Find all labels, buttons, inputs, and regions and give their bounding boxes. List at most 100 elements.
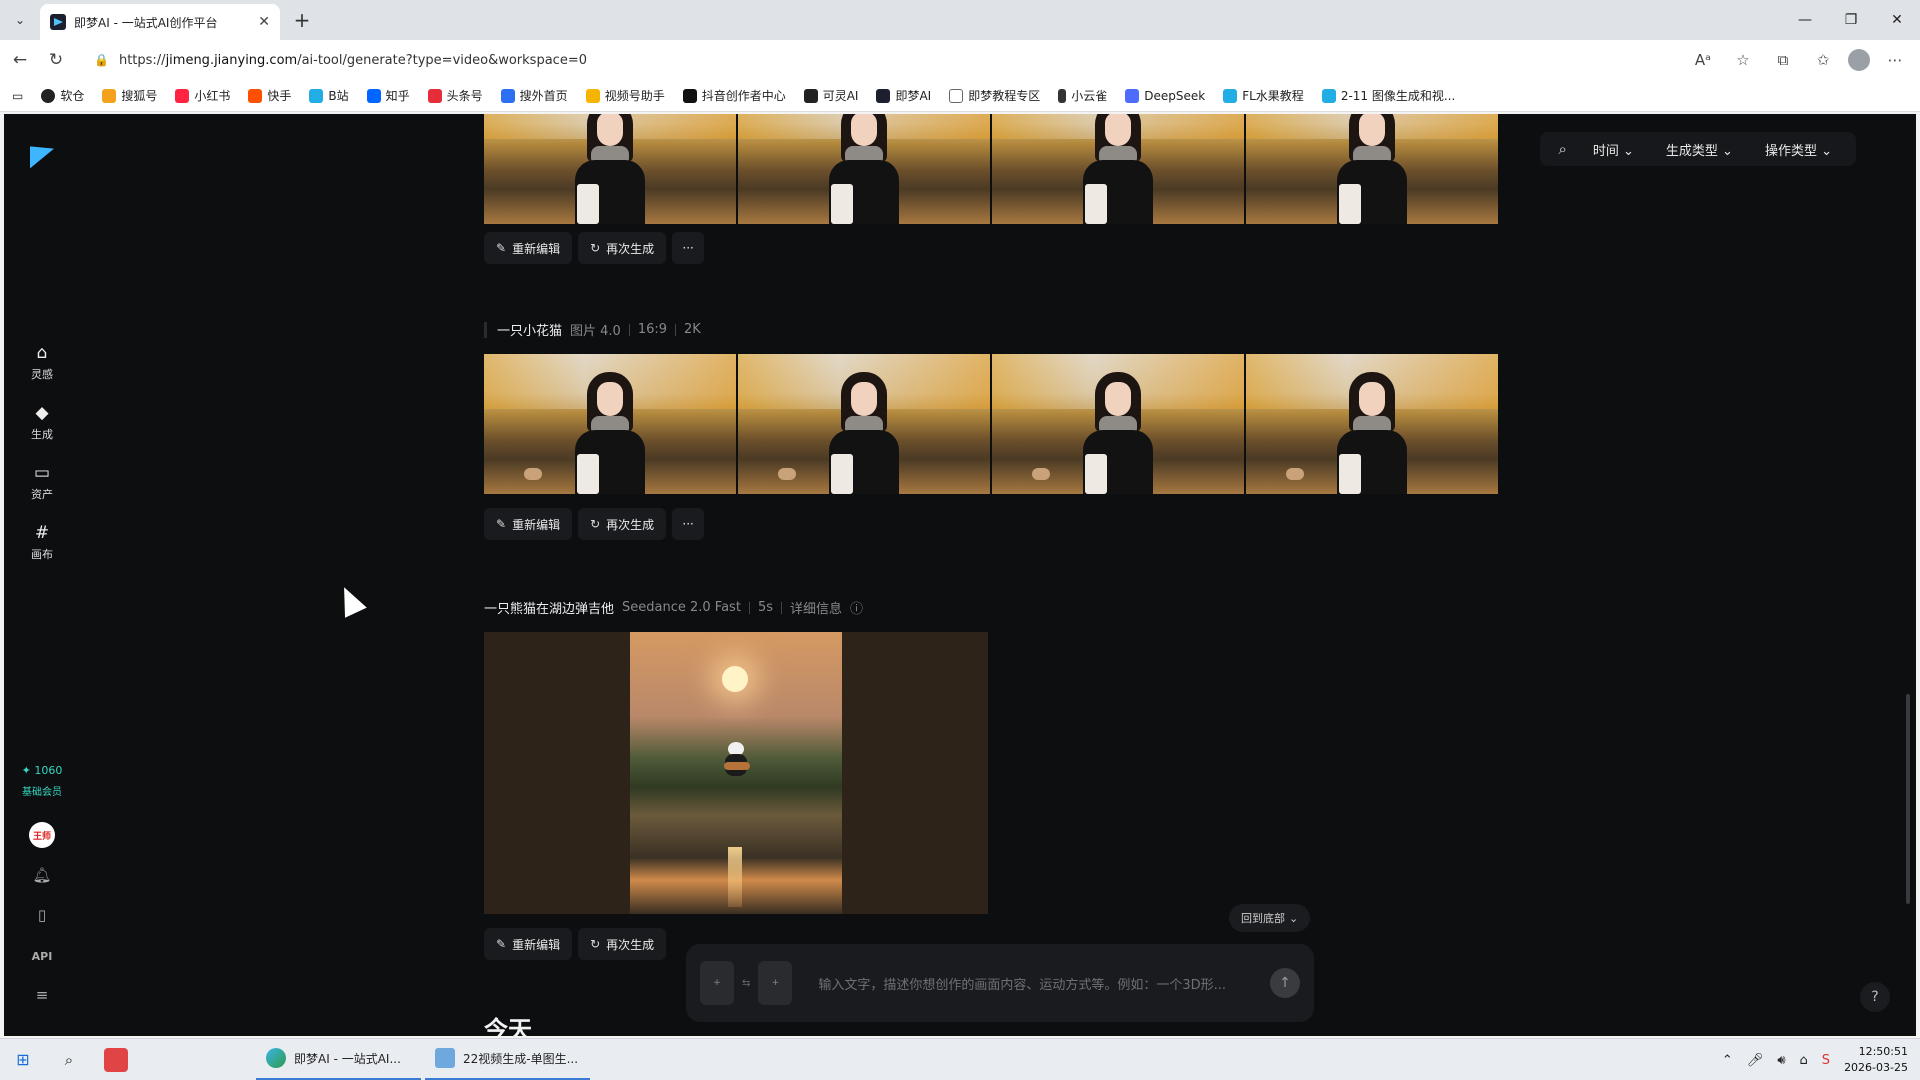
jimeng-logo-icon[interactable] [30, 140, 56, 166]
reedit-button[interactable]: ✎ 重新编辑 [484, 928, 573, 960]
bookmark-item[interactable]: FL水果教程 [1223, 87, 1304, 104]
bell-icon[interactable]: 🔔︎ [4, 866, 80, 884]
menu-dots-icon[interactable]: ⋯ [1880, 44, 1910, 76]
generated-image[interactable] [484, 114, 736, 224]
clock[interactable]: 12:50:51 2026-03-25 [1844, 1044, 1908, 1076]
sidebar-item-canvas[interactable]: # 画布 [4, 524, 80, 562]
bookmark-item[interactable]: 软仓 [41, 87, 84, 104]
sidebar-item-assets[interactable]: ▭ 资产 [4, 464, 80, 502]
generated-image[interactable] [992, 354, 1244, 494]
sidebar-item-generate[interactable]: ◆ 生成 [4, 404, 80, 442]
window-close-icon[interactable]: ✕ [1874, 0, 1920, 40]
generated-image[interactable] [738, 354, 990, 494]
pinned-app-icon[interactable] [96, 1043, 136, 1077]
sidebar: ⌂ 灵感 ◆ 生成 ▭ 资产 # 画布 ✦ 1060 基础会员 王师 🔔︎ ▯ … [4, 114, 80, 1036]
favorites-icon[interactable]: ✩ [1808, 44, 1838, 76]
taskbar-window-browser[interactable]: 即梦AI - 一站式AI... [256, 1039, 421, 1080]
image-row [484, 354, 1498, 494]
prompt-input[interactable]: 输入文字，描述你想创作的画面内容、运动方式等。例如：一个3D形... [800, 974, 1270, 993]
close-icon[interactable]: ✕ [258, 14, 270, 30]
more-button[interactable]: ··· [672, 232, 705, 264]
bookmark-item[interactable]: DeepSeek [1125, 88, 1205, 103]
network-icon[interactable]: ⌂ [1800, 1053, 1808, 1068]
credits-badge[interactable]: ✦ 1060 基础会员 [4, 764, 80, 798]
info-icon[interactable]: ⓘ [850, 598, 863, 617]
detail-link[interactable]: 详细信息 [790, 598, 842, 617]
bookmark-item[interactable]: 知乎 [366, 87, 410, 104]
microphone-icon[interactable]: 🎤︎ [1747, 1053, 1764, 1068]
sidebar-item-inspiration[interactable]: ⌂ 灵感 [4, 344, 80, 382]
bookmark-item[interactable]: 小云雀 [1058, 87, 1107, 104]
api-link[interactable]: API [4, 946, 80, 964]
prompt-text[interactable]: 一只小花猫 [497, 320, 562, 339]
generated-image[interactable] [484, 354, 736, 494]
bookmark-item[interactable]: 快手 [248, 87, 291, 104]
bookmark-item[interactable]: 搜狐号 [102, 87, 157, 104]
bookmark-item[interactable]: 头条号 [427, 87, 483, 104]
minimize-icon[interactable]: — [1782, 0, 1828, 40]
prompt-composer: + ⇆ + 输入文字，描述你想创作的画面内容、运动方式等。例如：一个3D形...… [686, 944, 1314, 1022]
more-button[interactable]: ··· [672, 508, 705, 540]
taskbar-window-document[interactable]: 22视频生成-单图生... [425, 1039, 590, 1080]
bookmark-item[interactable]: 抖音创作者中心 [682, 87, 786, 104]
bookmarks-toggle-icon[interactable]: ▭ [12, 89, 23, 103]
avatar[interactable]: 王师 [29, 822, 55, 848]
reedit-button[interactable]: ✎ 重新编辑 [484, 508, 573, 540]
profile-avatar-icon[interactable] [1848, 49, 1870, 71]
tab-list-icon[interactable]: ⌄ [8, 8, 32, 32]
bookmark-item[interactable]: 即梦教程专区 [949, 87, 1040, 104]
url-field[interactable]: 🔒 https://jimeng.jianying.com/ai-tool/ge… [80, 44, 1740, 76]
time-filter-dropdown[interactable]: 时间 ⌄ [1579, 140, 1648, 159]
canvas-icon: # [34, 523, 50, 543]
prompt-text[interactable]: 一只熊猫在湖边弹吉他 [484, 598, 614, 617]
add-first-frame-button[interactable]: + [700, 961, 734, 1005]
generated-video[interactable] [484, 632, 988, 914]
speaker-icon[interactable]: 🔊︎ [1777, 1053, 1785, 1068]
mobile-icon[interactable]: ▯ [4, 906, 80, 924]
search-icon[interactable]: ⌕ [46, 1039, 92, 1080]
chevron-up-icon[interactable]: ⌃ [1722, 1053, 1733, 1068]
edit-icon: ✎ [496, 937, 507, 951]
generated-image[interactable] [738, 114, 990, 224]
scrollbar[interactable] [1906, 694, 1910, 904]
generated-image[interactable] [1246, 354, 1498, 494]
extensions-icon[interactable]: ⧉ [1768, 44, 1798, 76]
regenerate-button[interactable]: ↻ 再次生成 [578, 508, 667, 540]
bookmark-item[interactable]: B站 [309, 87, 349, 104]
generated-image[interactable] [1246, 114, 1498, 224]
restore-icon[interactable]: ❐ [1828, 0, 1874, 40]
bookmark-item[interactable]: 视频号助手 [585, 87, 665, 104]
back-icon[interactable]: ← [4, 44, 36, 76]
op-type-filter-dropdown[interactable]: 操作类型 ⌄ [1751, 140, 1846, 159]
search-icon[interactable]: ⌕ [1550, 140, 1574, 158]
send-button[interactable]: ↑ [1270, 968, 1300, 998]
generated-image[interactable] [992, 114, 1244, 224]
refresh-icon[interactable]: ↻ [40, 44, 72, 76]
new-tab-icon[interactable]: + [290, 8, 314, 32]
input-method-icon[interactable]: S [1822, 1053, 1830, 1068]
action-bar: ✎ 重新编辑 ↻ 再次生成 ··· [484, 508, 705, 540]
add-last-frame-button[interactable]: + [758, 961, 793, 1005]
bookmark-item[interactable]: 2-11 图像生成和视... [1321, 87, 1455, 104]
refresh-icon: ↻ [590, 241, 601, 255]
bookmark-item[interactable]: 搜外首页 [500, 87, 568, 104]
bookmark-item[interactable]: 可灵AI [803, 87, 858, 104]
reedit-button[interactable]: ✎ 重新编辑 [484, 232, 573, 264]
menu-icon[interactable]: ≡ [4, 986, 80, 1004]
edit-icon: ✎ [496, 517, 507, 531]
lock-icon: 🔒 [94, 53, 109, 67]
help-icon[interactable]: ? [1860, 982, 1890, 1012]
regenerate-button[interactable]: ↻ 再次生成 [578, 928, 667, 960]
favorite-star-icon[interactable]: ☆ [1728, 44, 1758, 76]
windows-start-icon[interactable]: ⊞ [0, 1039, 46, 1080]
read-aloud-icon[interactable]: Aᵃ [1688, 44, 1718, 76]
browser-tab[interactable]: 即梦AI - 一站式AI创作平台 ✕ [40, 4, 280, 40]
bookmark-item[interactable]: 小红书 [175, 87, 230, 104]
bookmark-item[interactable]: 即梦AI [876, 87, 931, 104]
main-feed: ✎ 重新编辑 ↻ 再次生成 ··· 一只小花猫 图片 4.0 16:9 2K ✎ 重新… [484, 114, 1524, 1036]
regenerate-button[interactable]: ↻ 再次生成 [578, 232, 667, 264]
back-to-bottom-button[interactable]: 回到底部 ⌄ [1229, 904, 1311, 932]
document-icon [435, 1048, 455, 1068]
swap-icon[interactable]: ⇆ [742, 978, 750, 989]
gen-type-filter-dropdown[interactable]: 生成类型 ⌄ [1652, 140, 1747, 159]
